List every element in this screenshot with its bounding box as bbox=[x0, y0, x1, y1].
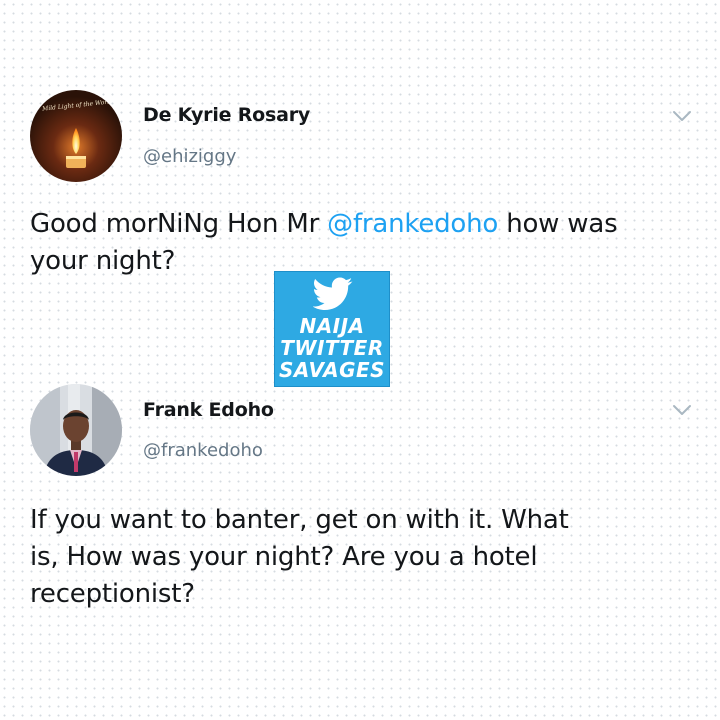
person-avatar-image bbox=[30, 384, 122, 476]
tweet-text-line: If you want to banter, get on with it. W… bbox=[30, 505, 569, 535]
tweet-text-line: is, How was your night? Are you a hotel bbox=[30, 542, 538, 572]
tweet-text-part: Good morNiNg Hon Mr bbox=[30, 209, 328, 239]
display-name[interactable]: Frank Edoho bbox=[143, 399, 274, 421]
twitter-bird-icon bbox=[313, 277, 353, 310]
tweet-text: If you want to banter, get on with it. W… bbox=[30, 502, 690, 613]
tweet-text: Good morNiNg Hon Mr @frankedoho how was … bbox=[30, 206, 690, 280]
chevron-down-icon[interactable] bbox=[671, 403, 693, 417]
avatar-ehiziggy[interactable]: Mild Light of the World bbox=[30, 90, 122, 182]
user-handle[interactable]: @ehiziggy bbox=[143, 146, 236, 167]
watermark-line: SAVAGES bbox=[278, 358, 386, 382]
chevron-down-icon[interactable] bbox=[671, 109, 693, 123]
tweet-text-part: how was bbox=[498, 209, 618, 239]
avatar-frankedoho[interactable] bbox=[30, 384, 122, 476]
mention-link[interactable]: @frankedoho bbox=[327, 209, 498, 239]
display-name[interactable]: De Kyrie Rosary bbox=[143, 104, 310, 126]
tweet-text-line: receptionist? bbox=[30, 579, 195, 609]
watermark-line: NAIJA bbox=[299, 314, 365, 338]
user-handle[interactable]: @frankedoho bbox=[143, 440, 263, 461]
watermark-line: TWITTER bbox=[280, 336, 384, 360]
naija-twitter-savages-watermark: NAIJA TWITTER SAVAGES bbox=[274, 271, 390, 387]
tweet-text-line: your night? bbox=[30, 246, 176, 276]
